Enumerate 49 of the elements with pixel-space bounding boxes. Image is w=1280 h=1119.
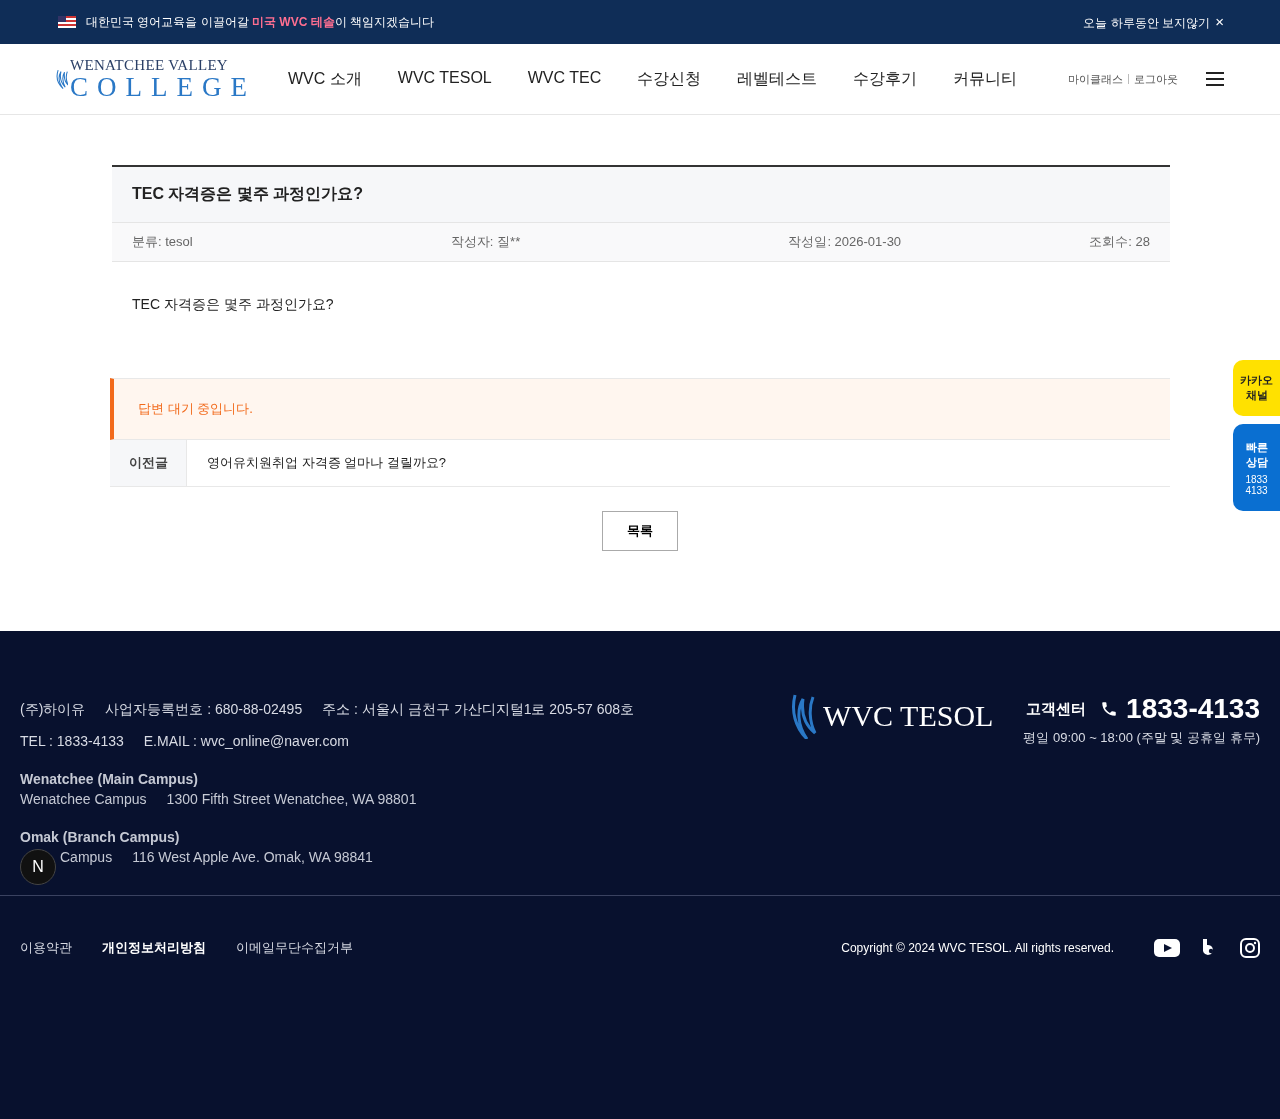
meta-text: 작성자: 질** — [450, 233, 521, 251]
prev-post-link[interactable]: 영어유치원취업 자격증 얼마나 걸릴까요? — [187, 440, 467, 486]
dismiss-button[interactable]: 오늘 하루동안 보지않기 × — [1083, 12, 1224, 32]
user-link[interactable]: 마이클래스 — [1068, 71, 1123, 87]
business-hours: 평일 09:00 ~ 18:00 (주말 및 공휴일 휴무) — [1023, 729, 1260, 747]
answer-status: 답변 대기 중입니다. — [110, 378, 1170, 440]
campus-name: Wenatchee Campus — [20, 791, 147, 807]
banner-text: 대한민국 영어교육을 이끌어갈 미국 WVC 테솔이 책임지겠습니다 — [86, 13, 435, 31]
campus-name: Campus — [60, 849, 113, 865]
meta-text: 작성일: 2026-01-30 — [788, 233, 902, 251]
company-info: TEL : 1833-4133 — [20, 733, 124, 749]
play-icon[interactable] — [1154, 939, 1180, 957]
post-title: TEC 자격증은 몇주 과정인가요? — [112, 167, 1170, 223]
footer-link[interactable]: 이메일무단수집거부 — [236, 939, 353, 957]
flag-icon — [58, 16, 76, 28]
cs-label: 고객센터 — [1026, 699, 1087, 719]
company-info: 사업자등록번호 : 680-88-02495 — [105, 701, 303, 719]
nav-link[interactable]: 수강후기 — [853, 68, 918, 90]
meta-text: 분류: tesol — [132, 233, 193, 251]
company-info: 주소 : 서울시 금천구 가산디지털1로 205-57 608호 — [322, 701, 635, 719]
footer-link[interactable]: 이용약관 — [20, 939, 72, 957]
nav-link[interactable]: WVC TESOL — [397, 68, 492, 90]
copyright: Copyright © 2024 WVC TESOL. All rights reserved. — [841, 941, 1114, 955]
nav-link[interactable]: WVC 소개 — [288, 68, 362, 90]
college-logo[interactable]: WENATCHEE VALLEY COLLEGE — [56, 52, 256, 106]
phone-number: 1833-4133 — [1126, 693, 1260, 725]
nav-link[interactable]: 커뮤니티 — [953, 68, 1018, 90]
wvc-tesol-logo: WVC TESOL — [791, 693, 994, 739]
campus-heading: Omak (Branch Campus) — [20, 829, 181, 845]
list-button[interactable]: 목록 — [602, 511, 678, 551]
kakao-channel-button[interactable]: 카카오 채널 — [1233, 360, 1280, 416]
campus-address: 116 West Apple Ave. Omak, WA 98841 — [132, 849, 373, 865]
nav-link[interactable]: WVC TEC — [527, 68, 602, 90]
n-badge[interactable]: N — [20, 849, 56, 885]
phone-icon — [1100, 700, 1119, 718]
prev-label: 이전글 — [110, 440, 187, 486]
company-info: E.MAIL : wvc_online@naver.com — [143, 733, 349, 749]
company-info: (주)하이유 — [20, 701, 86, 719]
quick-consult-button[interactable]: 빠른 상담 1833 4133 — [1233, 424, 1280, 511]
campus-address: 1300 Fifth Street Wenatchee, WA 98801 — [166, 791, 417, 807]
instagram-icon[interactable] — [1240, 938, 1260, 958]
user-link[interactable]: 로그아웃 — [1134, 71, 1178, 87]
menu-icon[interactable] — [1206, 72, 1224, 86]
meta-text: 조회수: 28 — [1089, 233, 1150, 251]
footer-link[interactable]: 개인정보처리방침 — [102, 939, 206, 957]
campus-heading: Wenatchee (Main Campus) — [20, 771, 199, 787]
post-body: TEC 자격증은 몇주 과정인가요? — [131, 295, 335, 314]
nav-link[interactable]: 수강신청 — [637, 68, 702, 90]
nav-link[interactable]: 레벨테스트 — [737, 68, 818, 90]
